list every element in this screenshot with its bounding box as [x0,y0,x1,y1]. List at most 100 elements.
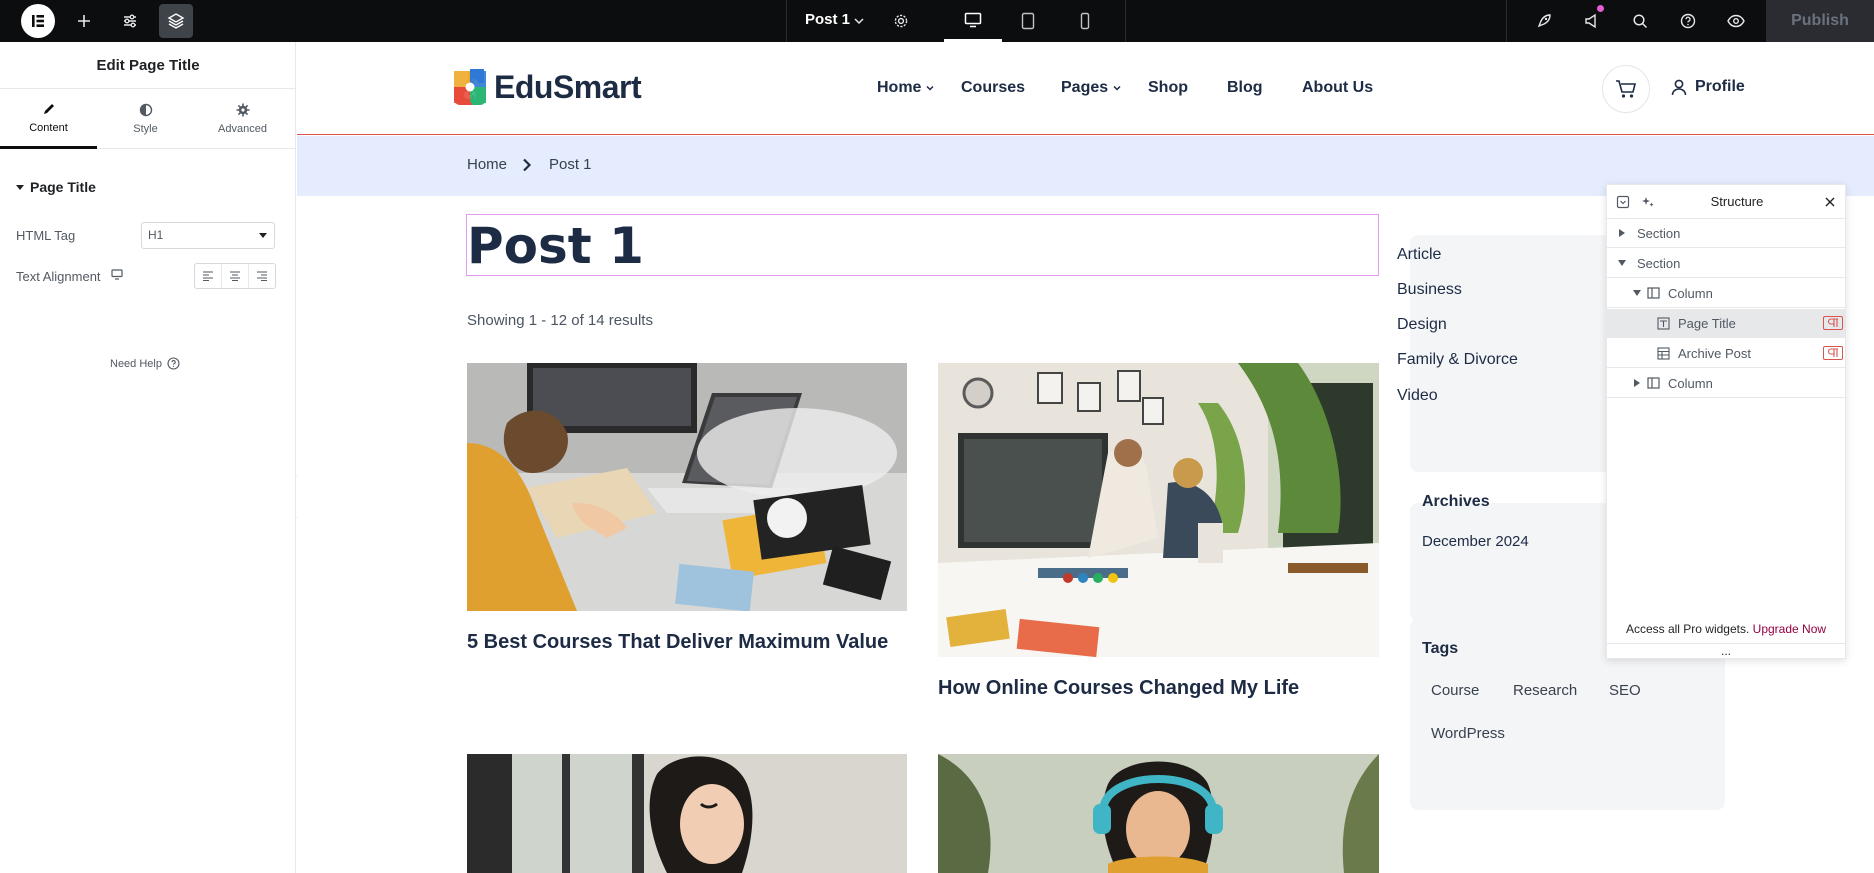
document-menu-toggle[interactable] [852,0,866,42]
launchpad-button[interactable] [1530,0,1558,42]
structure-row-section[interactable]: Section [1607,219,1845,248]
topbar-divider [1506,0,1507,42]
post-thumbnail[interactable] [467,754,907,873]
structure-row-label: Section [1637,225,1681,241]
nav-label: About Us [1302,79,1374,96]
page-settings-button[interactable] [887,0,915,42]
post-title[interactable]: How Online Courses Changed My Life [938,677,1299,700]
editor-panel: Edit Page Title Content Style Advanced P… [0,42,296,873]
site-settings-button[interactable] [116,0,144,42]
section-label: Page Title [30,179,96,195]
post-thumbnail[interactable] [467,363,907,611]
align-left-button[interactable] [195,264,222,288]
document-title[interactable]: Post 1 [805,11,850,28]
nav-label: Home [877,79,922,96]
help-button[interactable] [1674,0,1702,42]
whats-new-button[interactable] [1578,0,1606,42]
device-mobile-button[interactable] [1071,0,1099,42]
gear-icon [236,103,250,117]
tab-advanced[interactable]: Advanced [194,89,291,149]
tab-content[interactable]: Content [0,89,97,149]
post-thumbnail[interactable] [938,363,1379,657]
nav-item-shop[interactable]: Shop [1148,79,1188,97]
upgrade-now-link[interactable]: Upgrade Now [1753,622,1826,636]
section-toggle-page-title[interactable]: Page Title [16,179,96,195]
structure-header: Structure [1607,185,1845,219]
responsive-desktop-icon[interactable] [111,269,123,280]
column-icon [1647,377,1660,389]
nav-label: Shop [1148,79,1188,96]
elementor-logo-icon [28,11,48,31]
pencil-icon [42,102,56,116]
column-icon [1647,287,1660,299]
structure-toggle-button[interactable] [159,4,193,38]
nav-item-home[interactable]: Home [877,79,935,97]
archives-title: Archives [1422,493,1490,510]
align-center-button[interactable] [222,264,249,288]
help-icon [167,357,180,370]
structure-row-archive-post[interactable]: Archive Post [1607,339,1845,368]
layers-icon [167,12,185,30]
caret-down-icon [1633,290,1641,296]
structure-row-column[interactable]: Column [1607,369,1845,398]
nav-item-blog[interactable]: Blog [1227,79,1263,97]
nav-item-pages[interactable]: Pages [1061,79,1122,97]
device-tablet-button[interactable] [1014,0,1042,42]
nav-label: Pages [1061,79,1109,96]
text-alignment-label: Text Alignment [16,269,101,284]
nav-label: Blog [1227,79,1263,96]
add-element-button[interactable] [70,0,98,42]
tab-style-label: Style [133,123,158,135]
post-title[interactable]: 5 Best Courses That Deliver Maximum Valu… [467,631,888,654]
desktop-icon [964,12,982,28]
breadcrumb-home[interactable]: Home [467,156,507,173]
need-help-link[interactable]: Need Help [110,357,180,370]
caret-right-icon [1634,379,1640,387]
post-thumbnail[interactable] [938,754,1379,873]
preview-button[interactable] [1722,0,1750,42]
category-link[interactable]: Video [1397,387,1438,405]
archive-post-widget-icon [1657,346,1670,360]
category-link[interactable]: Family & Divorce [1397,351,1518,369]
html-tag-select[interactable]: H1 [141,222,275,249]
structure-row-label: Section [1637,255,1681,271]
chevron-right-icon [522,158,532,172]
tag-link[interactable]: Research [1513,682,1577,699]
tab-advanced-label: Advanced [218,123,267,135]
align-right-icon [256,271,268,281]
tag-link[interactable]: Course [1431,682,1479,699]
elementor-logo-button[interactable] [21,4,55,38]
pro-badge-icon [1823,346,1843,360]
publish-button[interactable]: Publish [1766,0,1874,42]
resize-handle[interactable]: ... [1607,643,1845,658]
need-help-label: Need Help [110,357,162,370]
structure-row-section[interactable]: Section [1607,249,1845,278]
search-icon [1632,13,1648,29]
category-link[interactable]: Article [1397,246,1441,264]
category-link[interactable]: Business [1397,281,1462,299]
nav-item-courses[interactable]: Courses [961,79,1025,97]
close-icon[interactable] [1824,196,1836,208]
device-desktop-button[interactable] [944,0,1002,42]
site-logo[interactable]: EduSmart [450,65,642,109]
archive-link[interactable]: December 2024 [1422,533,1529,550]
align-right-button[interactable] [249,264,275,288]
tab-style[interactable]: Style [97,89,194,149]
eye-icon [1727,14,1745,28]
structure-row-column[interactable]: Column [1607,279,1845,308]
cart-button[interactable] [1602,65,1650,113]
category-link[interactable]: Design [1397,316,1447,334]
breadcrumb-current: Post 1 [549,156,592,173]
mobile-icon [1080,12,1090,30]
structure-row-page-title[interactable]: Page Title [1607,309,1845,338]
finder-search-button[interactable] [1626,0,1654,42]
tag-link[interactable]: SEO [1609,682,1641,699]
pro-badge-icon [1823,316,1843,330]
structure-row-label: Column [1668,285,1713,301]
caret-down-icon [259,233,267,238]
profile-link[interactable]: Profile [1671,78,1745,96]
plus-icon [76,13,92,29]
caret-down-icon [1618,260,1626,266]
tag-link[interactable]: WordPress [1431,725,1505,742]
nav-item-about-us[interactable]: About Us [1302,79,1373,97]
